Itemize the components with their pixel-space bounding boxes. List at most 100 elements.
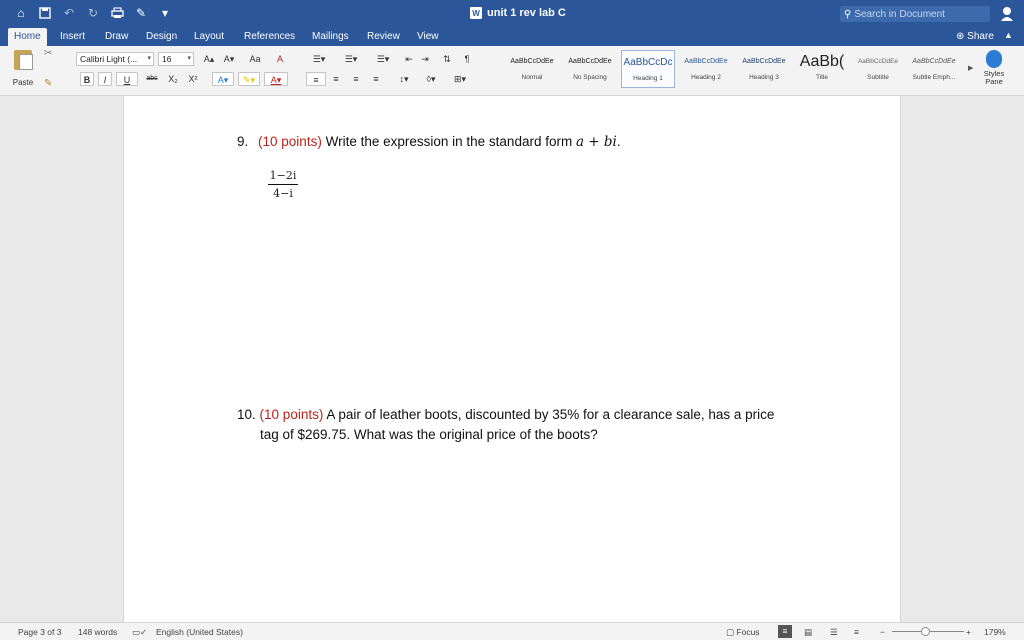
font-size-select[interactable]: 16 ▾ <box>158 52 194 66</box>
tab-insert[interactable]: Insert <box>54 28 91 46</box>
edit-icon[interactable]: ✎ <box>134 6 148 20</box>
outline-icon[interactable]: ☰ <box>830 627 838 638</box>
share-button[interactable]: ⊕ Share <box>956 28 994 45</box>
paste-label: Paste <box>12 78 34 87</box>
tab-view[interactable]: View <box>411 28 445 46</box>
numbering-icon[interactable]: ☰▾ <box>336 52 366 66</box>
increase-indent-icon[interactable]: ⇥ <box>418 52 432 66</box>
document-area: 9. (10 points) Write the expression in t… <box>0 96 1024 622</box>
sort-icon[interactable]: ⇅ <box>440 52 454 66</box>
highlight-icon[interactable]: ✎▾ <box>238 72 260 86</box>
print-layout-icon[interactable]: ≡ <box>778 625 792 638</box>
proofing-icon[interactable]: ▭✓ <box>132 627 147 638</box>
style-name: Heading 1 <box>633 75 663 82</box>
word-app-icon: W <box>470 7 482 19</box>
tab-home[interactable]: Home <box>8 28 47 46</box>
style-no-spacing[interactable]: AaBbCcDdEe No Spacing <box>563 50 617 88</box>
zoom-level[interactable]: 179% <box>984 627 1006 637</box>
chevron-down-icon: ▾ <box>147 55 151 62</box>
font-size-value: 16 <box>162 54 172 64</box>
style-title[interactable]: AaBb( Title <box>795 50 849 88</box>
clear-formatting-icon[interactable]: A <box>272 52 288 66</box>
style-name: Normal <box>521 74 543 81</box>
styles-pane-label: Styles Pane <box>983 69 1005 86</box>
underline-button[interactable]: U <box>116 72 138 86</box>
style-preview: AaBbCcDdEe <box>684 58 728 65</box>
style-subtle-emphasis[interactable]: AaBbCcDdEe Subtle Emph... <box>907 50 961 88</box>
web-layout-icon[interactable]: ▤ <box>804 627 812 638</box>
cut-icon[interactable]: ✂ <box>44 48 52 59</box>
title-bar: ⌂ ↶ ↻ ✎ ▾ W unit 1 rev lab C ⚲ Search in… <box>0 0 1024 28</box>
style-heading-3[interactable]: AaBbCcDdEe Heading 3 <box>737 50 791 88</box>
align-left-icon[interactable]: ≡ <box>306 72 326 86</box>
customize-icon[interactable]: ▾ <box>158 6 172 20</box>
tab-review[interactable]: Review <box>361 28 406 46</box>
change-case-icon[interactable]: Aa <box>244 52 266 66</box>
justify-icon[interactable]: ≡ <box>368 72 384 86</box>
question-9: 9. (10 points) Write the expression in t… <box>237 132 621 152</box>
paste-button[interactable]: Paste <box>8 50 38 92</box>
focus-icon: ▢ <box>726 627 735 637</box>
superscript-button[interactable]: X² <box>186 72 200 86</box>
style-normal[interactable]: AaBbCcDdEe Normal <box>505 50 559 88</box>
style-preview: AaBb( <box>799 53 845 70</box>
draft-icon[interactable]: ≡ <box>854 627 859 637</box>
redo-icon[interactable]: ↻ <box>86 6 100 20</box>
styles-pane-button[interactable]: Styles Pane <box>980 50 1008 86</box>
collapse-ribbon-icon[interactable]: ▲ <box>1004 30 1013 40</box>
save-icon[interactable] <box>38 6 52 20</box>
line-spacing-icon[interactable]: ↕▾ <box>392 72 416 86</box>
print-icon[interactable] <box>110 6 124 20</box>
multilevel-list-icon[interactable]: ☰▾ <box>368 52 398 66</box>
chevron-right-icon[interactable]: ▶ <box>968 64 973 72</box>
style-heading-1[interactable]: AaBbCcDc Heading 1 <box>621 50 675 88</box>
style-heading-2[interactable]: AaBbCcDdEe Heading 2 <box>679 50 733 88</box>
format-painter-icon[interactable]: ✎ <box>44 78 52 89</box>
ribbon: Paste ✂ ✎ Calibri Light (... ▾ 16 ▾ A▴ A… <box>0 46 1024 96</box>
focus-label: Focus <box>736 627 760 637</box>
undo-icon[interactable]: ↶ <box>62 6 76 20</box>
align-right-icon[interactable]: ≡ <box>348 72 364 86</box>
bold-button[interactable]: B <box>80 72 94 86</box>
zoom-out-icon[interactable]: − <box>880 627 885 637</box>
tab-mailings[interactable]: Mailings <box>306 28 355 46</box>
question-number: 10. <box>237 407 256 422</box>
strikethrough-button[interactable]: abc <box>142 72 162 86</box>
tab-draw[interactable]: Draw <box>99 28 134 46</box>
language[interactable]: English (United States) <box>156 627 243 637</box>
search-document-input[interactable]: ⚲ Search in Document <box>840 6 990 22</box>
focus-button[interactable]: ▢ Focus <box>726 627 760 638</box>
document-page[interactable]: 9. (10 points) Write the expression in t… <box>123 96 901 622</box>
points-label: (10 points) <box>259 407 324 422</box>
text-effects-icon[interactable]: A▾ <box>212 72 234 86</box>
question-text-line-1: A pair of leather boots, discounted by 3… <box>326 407 775 422</box>
styles-gallery: AaBbCcDdEe Normal AaBbCcDdEe No Spacing … <box>505 50 963 92</box>
decrease-indent-icon[interactable]: ⇤ <box>402 52 416 66</box>
fraction-denominator: 4−i <box>273 187 293 200</box>
account-icon[interactable] <box>1000 6 1014 22</box>
subscript-button[interactable]: X₂ <box>166 72 180 86</box>
show-formatting-icon[interactable]: ¶ <box>460 52 474 66</box>
question-text: Write the expression in the standard for… <box>325 134 576 149</box>
style-subtitle[interactable]: AaBbCcDdEe Subtitle <box>851 50 905 88</box>
page-count[interactable]: Page 3 of 3 <box>18 627 61 637</box>
tab-layout[interactable]: Layout <box>188 28 230 46</box>
borders-icon[interactable]: ⊞▾ <box>446 72 474 86</box>
tab-design[interactable]: Design <box>140 28 183 46</box>
clipboard-icon <box>14 50 33 70</box>
zoom-in-icon[interactable]: + <box>966 627 971 637</box>
home-icon[interactable]: ⌂ <box>14 6 28 20</box>
shading-icon[interactable]: ◊▾ <box>420 72 442 86</box>
style-name: Title <box>815 74 829 81</box>
question-number: 9. <box>237 134 249 149</box>
font-color-icon[interactable]: A▾ <box>264 72 288 86</box>
italic-button[interactable]: I <box>98 72 112 86</box>
word-count[interactable]: 148 words <box>78 627 117 637</box>
font-name-select[interactable]: Calibri Light (... ▾ <box>76 52 154 66</box>
shrink-font-icon[interactable]: A▾ <box>220 52 238 66</box>
zoom-slider-thumb[interactable] <box>921 627 931 636</box>
tab-references[interactable]: References <box>238 28 301 46</box>
grow-font-icon[interactable]: A▴ <box>200 52 218 66</box>
align-center-icon[interactable]: ≡ <box>328 72 344 86</box>
bullets-icon[interactable]: ☰▾ <box>304 52 334 66</box>
